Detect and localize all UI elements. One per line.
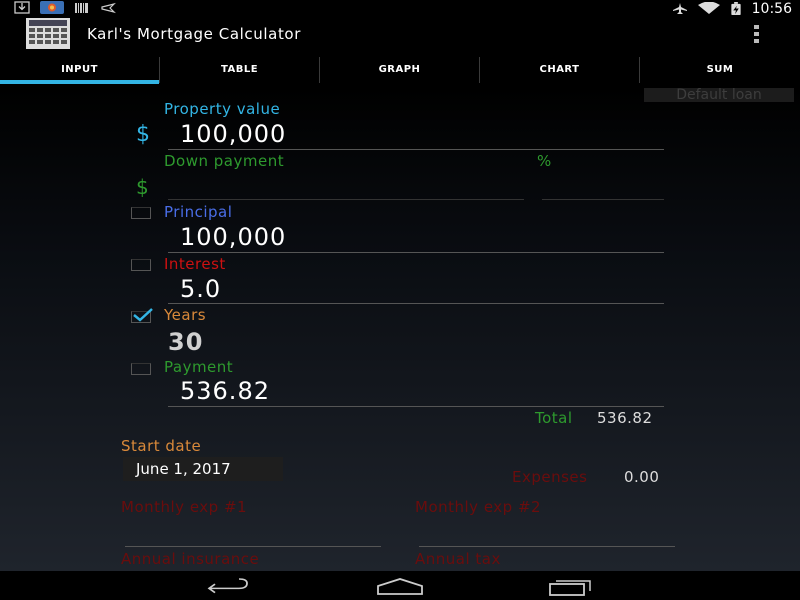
down-payment-field[interactable] bbox=[168, 175, 524, 199]
monthly-exp-1-field[interactable] bbox=[125, 519, 381, 545]
status-bar: 10:56 bbox=[0, 0, 800, 17]
tab-sum[interactable]: SUM bbox=[640, 52, 800, 87]
back-icon[interactable] bbox=[205, 576, 253, 596]
years-checkbox[interactable] bbox=[131, 308, 153, 323]
down-payment-percent-label: % bbox=[537, 152, 552, 170]
recent-apps-icon[interactable] bbox=[548, 576, 596, 596]
download-icon bbox=[14, 1, 30, 14]
checkmark-icon bbox=[133, 308, 153, 322]
payment-field[interactable]: 536.82 bbox=[180, 377, 270, 405]
interest-label: Interest bbox=[164, 255, 226, 273]
overflow-menu-icon[interactable] bbox=[752, 25, 760, 43]
app-title: Karl's Mortgage Calculator bbox=[87, 25, 301, 43]
down-payment-percent-underline bbox=[542, 199, 664, 200]
monthly-exp-2-field[interactable] bbox=[419, 519, 675, 545]
monthly-exp-2-label: Monthly exp #2 bbox=[415, 498, 542, 516]
airplane-icon bbox=[672, 3, 687, 14]
total-label: Total bbox=[535, 409, 573, 427]
annual-insurance-label: Annual insurance bbox=[121, 550, 260, 568]
tab-chart[interactable]: CHART bbox=[480, 52, 639, 87]
monthly-exp-2-underline bbox=[419, 546, 675, 547]
property-value-label: Property value bbox=[164, 100, 281, 118]
interest-field[interactable]: 5.0 bbox=[180, 275, 221, 303]
property-value-underline bbox=[168, 149, 664, 150]
total-value: 536.82 bbox=[597, 409, 653, 427]
principal-checkbox[interactable] bbox=[131, 207, 151, 219]
monthly-exp-1-label: Monthly exp #1 bbox=[121, 498, 248, 516]
airplane-mode-icon bbox=[101, 2, 116, 14]
monthly-exp-1-underline bbox=[125, 546, 381, 547]
payment-checkbox[interactable] bbox=[131, 363, 151, 375]
barcode-icon bbox=[75, 3, 88, 13]
gallery-icon bbox=[40, 1, 64, 14]
payment-underline bbox=[168, 406, 664, 407]
navigation-bar bbox=[0, 571, 800, 600]
years-field: 30 bbox=[168, 328, 204, 356]
annual-tax-label: Annual tax bbox=[415, 550, 501, 568]
start-date-picker[interactable]: June 1, 2017 bbox=[123, 457, 283, 481]
principal-underline bbox=[168, 252, 664, 253]
calculator-app-icon bbox=[26, 18, 70, 49]
clock: 10:56 bbox=[751, 0, 792, 17]
default-loan-button[interactable]: Default loan bbox=[644, 88, 794, 102]
wifi-icon bbox=[697, 2, 720, 14]
interest-checkbox[interactable] bbox=[131, 259, 151, 271]
payment-label: Payment bbox=[164, 358, 234, 376]
years-label: Years bbox=[164, 306, 207, 324]
down-payment-label: Down payment bbox=[164, 152, 285, 170]
home-icon[interactable] bbox=[376, 576, 424, 596]
down-payment-percent-field[interactable] bbox=[542, 175, 664, 199]
principal-field[interactable]: 100,000 bbox=[180, 223, 286, 251]
tab-table[interactable]: TABLE bbox=[160, 52, 319, 87]
down-payment-dollar-icon: $ bbox=[136, 175, 149, 199]
selected-tab-indicator bbox=[0, 80, 159, 84]
start-date-label: Start date bbox=[121, 437, 202, 455]
principal-label: Principal bbox=[164, 203, 233, 221]
expenses-value: 0.00 bbox=[624, 468, 660, 486]
interest-underline bbox=[168, 303, 664, 304]
expenses-label: Expenses bbox=[512, 468, 588, 486]
action-bar: Karl's Mortgage Calculator bbox=[0, 17, 800, 52]
battery-charging-icon bbox=[730, 2, 741, 15]
dollar-icon: $ bbox=[136, 122, 150, 147]
property-value-field[interactable]: 100,000 bbox=[180, 120, 286, 148]
tab-graph[interactable]: GRAPH bbox=[320, 52, 479, 87]
input-form: Default loan Property value $ 100,000 Do… bbox=[0, 87, 800, 571]
down-payment-underline bbox=[168, 199, 524, 200]
